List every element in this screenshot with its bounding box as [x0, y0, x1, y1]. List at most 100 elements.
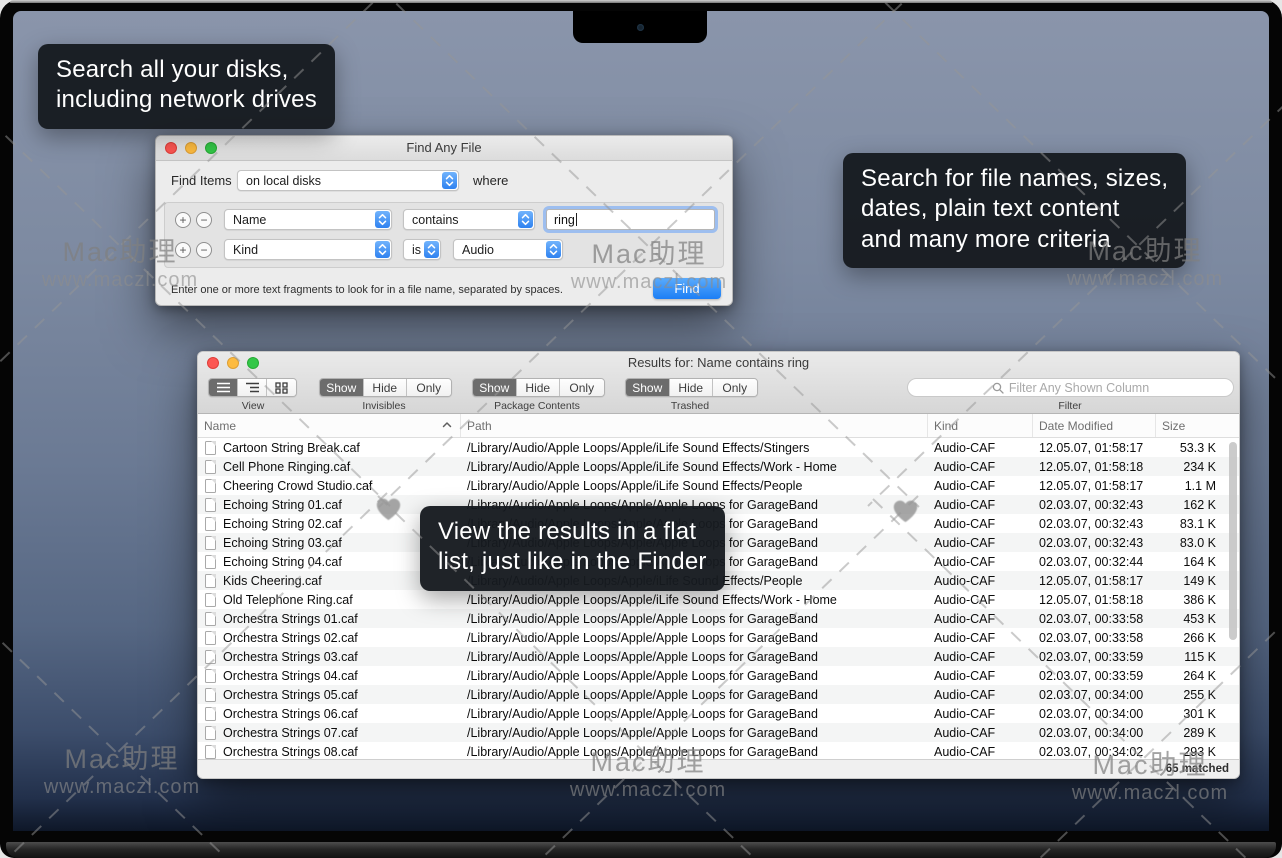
cell-name: Orchestra Strings 06.caf: [198, 707, 461, 721]
text-caret: [576, 213, 577, 226]
zoom-button[interactable]: [247, 357, 259, 369]
operator-popup-value: contains: [412, 213, 459, 227]
trashed-segmented-control: Show Hide Only: [625, 378, 758, 397]
notch: [573, 11, 707, 43]
where-label: where: [473, 173, 508, 188]
operator-popup[interactable]: contains: [403, 209, 535, 230]
cell-size: 164 K: [1156, 555, 1216, 569]
file-icon: [205, 593, 216, 607]
trashed-only-button[interactable]: Only: [713, 379, 757, 396]
file-icon: [205, 460, 216, 474]
table-row[interactable]: Old Telephone Ring.caf/Library/Audio/App…: [198, 590, 1239, 609]
close-button[interactable]: [207, 357, 219, 369]
cell-name: Orchestra Strings 01.caf: [198, 612, 461, 626]
file-icon: [205, 574, 216, 588]
table-row[interactable]: Orchestra Strings 02.caf/Library/Audio/A…: [198, 628, 1239, 647]
cell-date-modified: 12.05.07, 01:58:18: [1033, 593, 1156, 607]
cell-kind: Audio-CAF: [928, 726, 1033, 740]
cell-size: 453 K: [1156, 612, 1216, 626]
hierarchy-view-button[interactable]: [238, 379, 267, 396]
table-row[interactable]: Orchestra Strings 01.caf/Library/Audio/A…: [198, 609, 1239, 628]
invisibles-show-button[interactable]: Show: [320, 379, 364, 396]
table-row[interactable]: Cartoon String Break.caf/Library/Audio/A…: [198, 438, 1239, 457]
scope-popup[interactable]: on local disks: [237, 170, 459, 191]
zoom-button[interactable]: [205, 142, 217, 154]
cell-path: /Library/Audio/Apple Loops/Apple/iLife S…: [461, 441, 928, 455]
package-show-button[interactable]: Show: [473, 379, 517, 396]
invisibles-only-button[interactable]: Only: [407, 379, 451, 396]
cell-path: /Library/Audio/Apple Loops/Apple/Apple L…: [461, 612, 928, 626]
view-segmented-control: [208, 378, 297, 397]
callout-line: including network drives: [56, 85, 317, 115]
column-header-path[interactable]: Path: [461, 414, 928, 437]
popup-stepper-icon: [518, 211, 533, 228]
table-row[interactable]: Cheering Crowd Studio.caf/Library/Audio/…: [198, 476, 1239, 495]
cell-name: Orchestra Strings 08.caf: [198, 745, 461, 759]
find-button[interactable]: Find: [653, 278, 721, 299]
column-header-size[interactable]: Size: [1156, 414, 1229, 437]
cell-date-modified: 02.03.07, 00:33:58: [1033, 612, 1156, 626]
criterion-row: + − Name contains: [175, 209, 715, 230]
cell-date-modified: 02.03.07, 00:33:59: [1033, 650, 1156, 664]
minimize-button[interactable]: [185, 142, 197, 154]
invisibles-segmented-control: Show Hide Only: [319, 378, 452, 397]
column-header-kind[interactable]: Kind: [928, 414, 1033, 437]
cell-kind: Audio-CAF: [928, 555, 1033, 569]
cell-date-modified: 02.03.07, 00:34:00: [1033, 707, 1156, 721]
cell-kind: Audio-CAF: [928, 498, 1033, 512]
package-contents-group-label: Package Contents: [494, 400, 580, 412]
kind-value-popup[interactable]: Audio: [453, 239, 563, 260]
add-criterion-button[interactable]: +: [175, 212, 191, 228]
heart-icon: [376, 498, 401, 521]
add-criterion-button[interactable]: +: [175, 242, 191, 258]
remove-criterion-button[interactable]: −: [196, 212, 212, 228]
criterion-row: + − Kind is Audio: [175, 239, 563, 260]
cell-kind: Audio-CAF: [928, 745, 1033, 759]
table-row[interactable]: Orchestra Strings 07.caf/Library/Audio/A…: [198, 723, 1239, 742]
file-icon: [205, 669, 216, 683]
cell-name: Cell Phone Ringing.caf: [198, 460, 461, 474]
operator-popup-value: is: [412, 243, 421, 257]
column-header-name[interactable]: Name: [198, 414, 461, 437]
table-row[interactable]: Orchestra Strings 04.caf/Library/Audio/A…: [198, 666, 1239, 685]
find-window-titlebar: Find Any File: [156, 136, 732, 161]
table-row[interactable]: Cell Phone Ringing.caf/Library/Audio/App…: [198, 457, 1239, 476]
window-title: Results for: Name contains ring: [198, 352, 1239, 373]
search-term-input[interactable]: ring: [546, 209, 715, 230]
trashed-group-label: Trashed: [671, 400, 709, 412]
close-button[interactable]: [165, 142, 177, 154]
column-header-date-modified[interactable]: Date Modified: [1033, 414, 1156, 437]
column-header-label: Kind: [934, 419, 958, 433]
cell-path: /Library/Audio/Apple Loops/Apple/Apple L…: [461, 631, 928, 645]
attribute-popup[interactable]: Kind: [224, 239, 392, 260]
remove-criterion-button[interactable]: −: [196, 242, 212, 258]
table-row[interactable]: Orchestra Strings 03.caf/Library/Audio/A…: [198, 647, 1239, 666]
list-view-button[interactable]: [209, 379, 238, 396]
file-icon: [205, 536, 216, 550]
cell-date-modified: 12.05.07, 01:58:17: [1033, 479, 1156, 493]
minimize-button[interactable]: [227, 357, 239, 369]
cell-size: 301 K: [1156, 707, 1216, 721]
desktop: Find Any File Find Items on local disks …: [13, 11, 1269, 831]
trashed-show-button[interactable]: Show: [626, 379, 670, 396]
attribute-popup[interactable]: Name: [224, 209, 392, 230]
filter-field[interactable]: Filter Any Shown Column: [907, 378, 1234, 397]
cell-size: 149 K: [1156, 574, 1216, 588]
search-icon: [992, 382, 1004, 394]
vertical-scrollbar[interactable]: [1229, 442, 1237, 640]
cell-date-modified: 02.03.07, 00:34:02: [1033, 745, 1156, 759]
callout-line: Search for file names, sizes,: [861, 164, 1168, 194]
cell-size: 234 K: [1156, 460, 1216, 474]
sort-ascending-icon: [442, 421, 452, 428]
cell-path: /Library/Audio/Apple Loops/Apple/iLife S…: [461, 460, 928, 474]
grid-view-button[interactable]: [267, 379, 296, 396]
invisibles-hide-button[interactable]: Hide: [364, 379, 408, 396]
trashed-hide-button[interactable]: Hide: [670, 379, 714, 396]
file-icon: [205, 498, 216, 512]
cell-kind: Audio-CAF: [928, 612, 1033, 626]
operator-popup[interactable]: is: [403, 239, 441, 260]
table-row[interactable]: Orchestra Strings 05.caf/Library/Audio/A…: [198, 685, 1239, 704]
package-only-button[interactable]: Only: [560, 379, 604, 396]
package-hide-button[interactable]: Hide: [517, 379, 561, 396]
table-row[interactable]: Orchestra Strings 06.caf/Library/Audio/A…: [198, 704, 1239, 723]
